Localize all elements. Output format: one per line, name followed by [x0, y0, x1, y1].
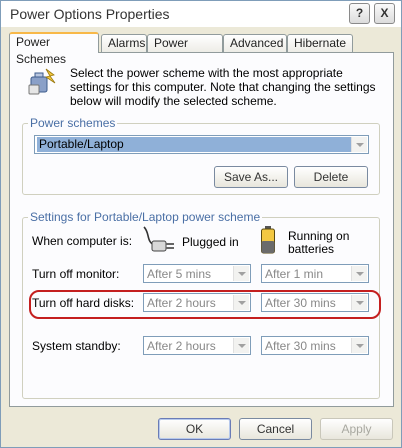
- tab-advanced[interactable]: Advanced: [223, 34, 287, 53]
- standby-plugged-select[interactable]: After 2 hours: [143, 336, 251, 355]
- plug-icon: [143, 226, 174, 252]
- delete-button[interactable]: Delete: [294, 166, 368, 188]
- window-title: Power Options Properties: [10, 6, 170, 22]
- intro-text: Select the power scheme with the most ap…: [70, 66, 376, 108]
- turn-off-monitor-label: Turn off monitor:: [32, 267, 120, 281]
- tab-power-meter[interactable]: Power Meter: [147, 34, 223, 67]
- save-as-button[interactable]: Save As...: [214, 166, 288, 188]
- plugged-in-label: Plugged in: [182, 235, 239, 249]
- power-schemes-panel: Select the power scheme with the most ap…: [9, 52, 394, 407]
- standby-batteries-select[interactable]: After 30 mins: [261, 336, 369, 355]
- standby-batteries-value: After 30 mins: [265, 339, 336, 353]
- when-computer-label: When computer is:: [32, 234, 133, 248]
- hard-disks-highlight-annotation: [29, 290, 381, 319]
- battery-icon: [261, 226, 275, 254]
- standby-plugged-value: After 2 hours: [147, 339, 216, 353]
- monitor-plugged-select[interactable]: After 5 mins: [143, 264, 251, 283]
- monitor-batteries-value: After 1 min: [265, 267, 324, 281]
- chevron-down-icon[interactable]: [351, 137, 367, 152]
- tab-alarms[interactable]: Alarms: [101, 34, 147, 53]
- running-on-batteries-label: Running on batteries: [288, 229, 350, 256]
- apply-button[interactable]: Apply: [320, 418, 393, 440]
- power-scheme-value: Portable/Laptop: [37, 137, 355, 152]
- chevron-down-icon[interactable]: [233, 266, 249, 281]
- settings-group-label: Settings for Portable/Laptop power schem…: [28, 210, 263, 224]
- chevron-down-icon[interactable]: [351, 266, 367, 281]
- system-standby-label: System standby:: [32, 339, 121, 353]
- cancel-button[interactable]: Cancel: [239, 418, 312, 440]
- monitor-batteries-select[interactable]: After 1 min: [261, 264, 369, 283]
- chevron-down-icon[interactable]: [351, 338, 367, 353]
- monitor-plugged-value: After 5 mins: [147, 267, 212, 281]
- power-scheme-select[interactable]: Portable/Laptop: [34, 135, 369, 154]
- power-scheme-icon: [28, 68, 56, 95]
- close-button[interactable]: X: [374, 3, 395, 24]
- title-bar[interactable]: Power Options Properties ? X: [1, 1, 401, 27]
- ok-button[interactable]: OK: [158, 418, 231, 440]
- tab-power-schemes[interactable]: Power Schemes: [9, 32, 99, 66]
- tab-hibernate[interactable]: Hibernate: [287, 34, 353, 53]
- chevron-down-icon[interactable]: [233, 338, 249, 353]
- power-schemes-group-label: Power schemes: [28, 116, 118, 130]
- help-button[interactable]: ?: [349, 3, 370, 24]
- power-options-dialog: Power Options Properties ? X Power Schem…: [0, 0, 402, 448]
